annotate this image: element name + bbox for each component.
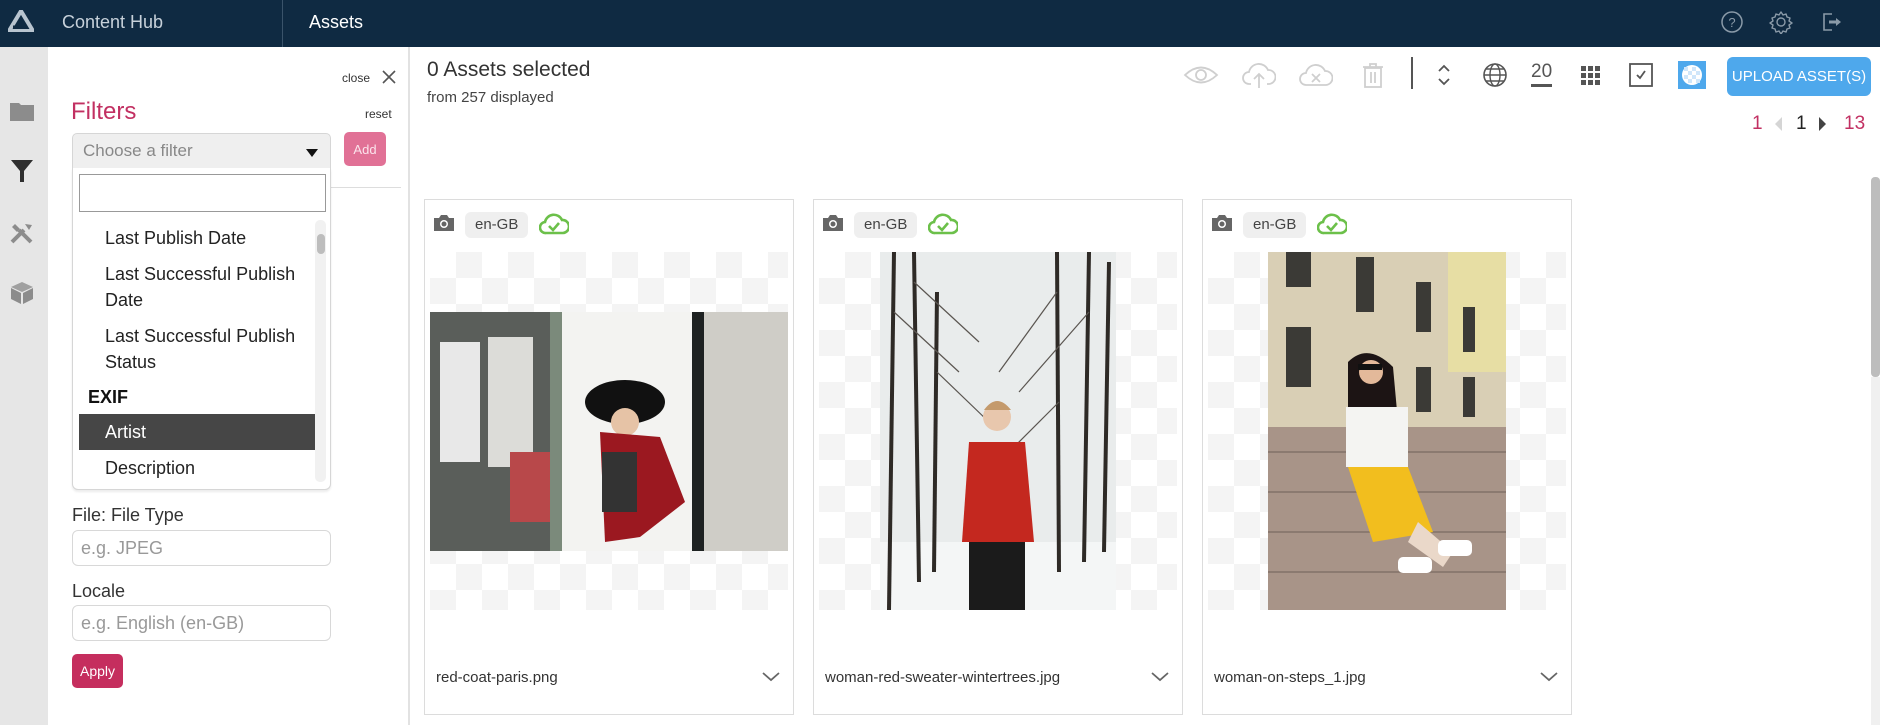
locale-badge: en-GB [1243,212,1307,238]
preview-icon[interactable] [1183,57,1219,93]
filter-option[interactable]: Last Successful Publish Date [79,256,315,318]
page-size-selector[interactable]: 20 [1531,61,1553,87]
tools-icon[interactable] [8,219,36,247]
reset-filters-link[interactable]: reset [365,107,392,121]
locale-badge: en-GB [465,212,529,238]
camera-icon [1212,215,1232,231]
locale-input[interactable] [72,605,331,641]
section-title: Assets [309,12,364,32]
camera-icon [434,215,454,231]
caret-down-icon [306,149,318,157]
asset-card[interactable]: en-GB woman-red-sweater-wintertrees.jpg [813,199,1183,715]
app-title[interactable]: Content Hub [62,12,163,33]
divider [331,187,401,188]
unpublish-cloud-icon[interactable] [1298,57,1334,93]
delete-icon[interactable] [1355,57,1391,93]
asset-thumbnail[interactable] [430,252,788,610]
filter-option-group: EXIF [88,387,129,407]
file-type-label: File: File Type [72,505,184,525]
thumbnail-image [880,252,1116,610]
folder-icon[interactable] [8,97,36,125]
add-filter-button[interactable]: Add [344,132,386,166]
chevron-down-icon[interactable] [759,666,783,686]
asset-filename[interactable]: woman-red-sweater-wintertrees.jpg [825,669,1060,686]
apply-filters-button[interactable]: Apply [72,654,123,688]
package-icon[interactable] [8,279,36,307]
next-page-icon[interactable] [1818,116,1828,132]
page-scrollbar-track[interactable] [1871,377,1880,725]
top-bar: Content Hub Assets ? [0,0,1880,47]
thumbnail-image [1268,252,1506,610]
logout-icon[interactable] [1817,8,1845,36]
close-icon[interactable] [381,69,397,85]
published-cloud-icon [539,213,569,235]
filter-select[interactable]: Choose a filter [72,133,331,169]
sort-icon[interactable] [1426,57,1462,93]
logo-icon[interactable] [8,10,34,32]
filter-option[interactable]: Last Successful Publish Status [79,318,315,380]
nav-rail [0,47,48,725]
file-type-input[interactable] [72,530,331,566]
dropdown-scrollbar[interactable] [315,220,326,482]
upload-assets-button[interactable]: UPLOAD ASSET(S) [1727,57,1871,96]
filter-option[interactable]: Last Publish Date [79,220,315,256]
prev-page-icon[interactable] [1773,116,1783,132]
displayed-count: from 257 displayed [427,89,554,106]
filter-icon[interactable] [8,157,36,185]
filter-options-list: Last Publish Date Last Successful Publis… [79,220,315,484]
filter-option[interactable]: Description [79,450,315,484]
filter-select-placeholder: Choose a filter [83,141,193,160]
transparency-icon[interactable] [1674,57,1710,93]
chevron-down-icon[interactable] [1537,666,1561,686]
asset-card[interactable]: en-GB woman-on-steps_1.jpg [1202,199,1572,715]
locale-label: Locale [72,581,126,601]
thumbnail-image [430,312,788,551]
asset-thumbnail[interactable] [819,252,1177,610]
svg-text:?: ? [1728,15,1735,30]
filter-dropdown: Last Publish Date Last Successful Publis… [72,168,331,490]
topbar-divider [282,0,283,47]
close-filters-link[interactable]: close [342,71,370,85]
locale-globe-icon[interactable] [1477,57,1513,93]
asset-thumbnail[interactable] [1208,252,1566,610]
asset-filename[interactable]: woman-on-steps_1.jpg [1214,669,1366,686]
asset-filename[interactable]: red-coat-paris.png [436,669,558,686]
settings-icon[interactable] [1767,8,1795,36]
grid-view-icon[interactable] [1572,57,1608,93]
filter-search-input[interactable] [79,174,326,212]
published-cloud-icon [928,213,958,235]
help-icon[interactable]: ? [1718,8,1746,36]
camera-icon [823,215,843,231]
filter-option-highlighted[interactable]: Artist [79,414,315,450]
first-page-link[interactable]: 1 [1752,113,1763,135]
dropdown-scrollbar-thumb[interactable] [317,234,325,254]
select-all-checkbox-icon[interactable] [1623,57,1659,93]
publish-cloud-icon[interactable] [1241,57,1277,93]
last-page-link[interactable]: 13 [1844,113,1865,135]
chevron-down-icon[interactable] [1148,666,1172,686]
selection-count: 0 Assets selected [427,58,591,81]
published-cloud-icon [1317,213,1347,235]
filters-title: Filters [71,98,137,125]
page-scrollbar-thumb[interactable] [1871,177,1880,377]
current-page: 1 [1796,113,1807,134]
toolbar-divider [1411,57,1413,89]
locale-badge: en-GB [854,212,918,238]
asset-card[interactable]: en-GB red-coat-paris.png [424,199,794,715]
